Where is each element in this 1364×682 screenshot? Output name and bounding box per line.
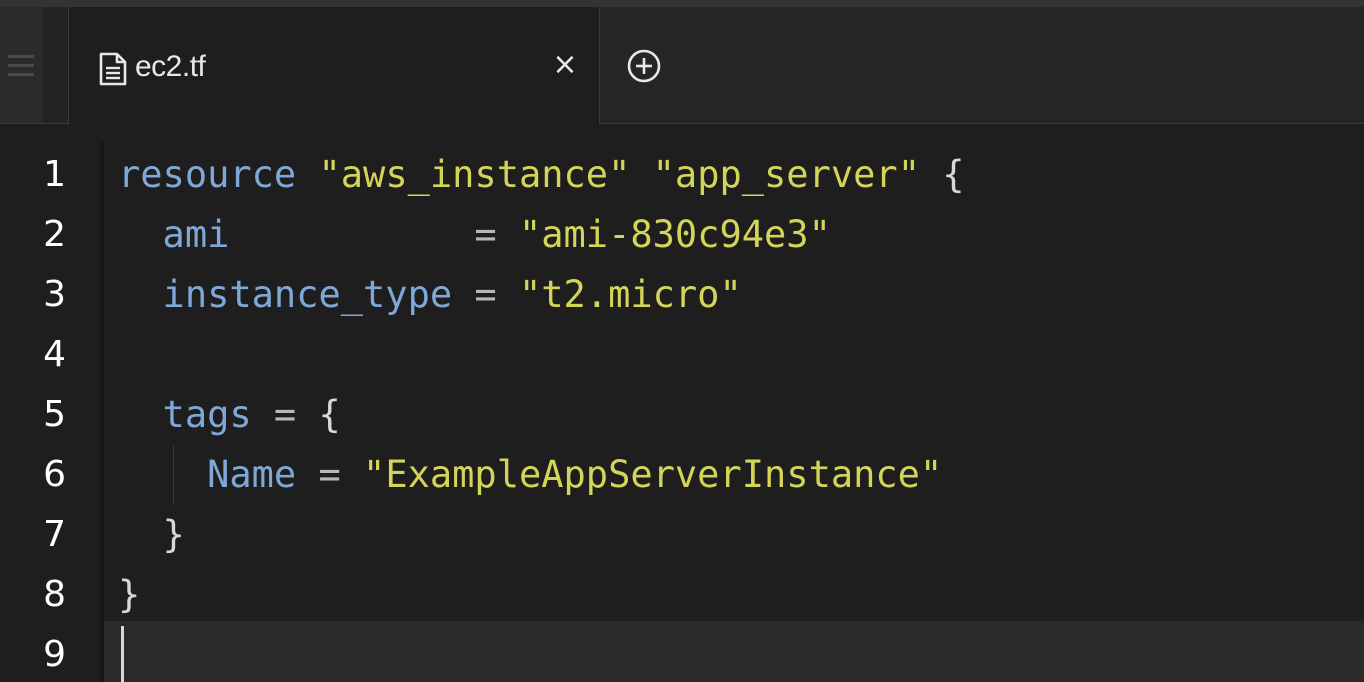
line-number: 9 — [43, 634, 66, 675]
plus-circle-icon[interactable] — [624, 46, 664, 86]
code-attribute: instance_type — [118, 273, 453, 316]
code-area[interactable]: resource "aws_instance" "app_server" { a… — [104, 124, 1364, 682]
code-string: "t2.micro" — [518, 273, 742, 316]
code-editor[interactable]: 1 2 3 4 5 6 7 8 9 resource "aws_instance… — [0, 124, 1364, 682]
code-operator: = — [296, 453, 364, 496]
code-attribute: Name — [118, 453, 297, 496]
editor-window: ec2.tf × 1 2 3 4 5 6 7 8 9 resource "aws… — [0, 0, 1364, 682]
code-operator: = — [251, 393, 319, 436]
file-text-icon — [99, 52, 127, 86]
tab-ec2-tf[interactable]: ec2.tf × — [68, 7, 600, 124]
code-keyword: resource — [118, 153, 297, 196]
line-number: 7 — [43, 514, 66, 555]
text-cursor — [121, 626, 124, 682]
menu-bar-line — [8, 73, 34, 76]
line-number: 8 — [43, 574, 66, 615]
code-brace: { — [919, 153, 965, 196]
line-number: 5 — [43, 394, 66, 435]
code-string: "ExampleAppServerInstance" — [363, 453, 943, 496]
code-line: resource "aws_instance" "app_server" { — [118, 145, 1364, 205]
code-brace: } — [118, 513, 185, 556]
menu-bar-line — [8, 64, 34, 67]
code-line: tags = { — [118, 385, 1364, 445]
menu-bar-line — [8, 55, 34, 58]
code-attribute: tags — [118, 393, 252, 436]
line-number: 3 — [43, 274, 66, 315]
code-line: ami = "ami-830c94e3" — [118, 205, 1364, 265]
line-number: 6 — [43, 454, 66, 495]
code-brace: } — [118, 573, 141, 616]
code-operator: = — [452, 273, 519, 316]
line-number: 4 — [43, 334, 66, 375]
code-line: instance_type = "t2.micro" — [118, 265, 1364, 325]
line-number: 1 — [43, 154, 66, 195]
tab-bar-gap — [42, 7, 68, 123]
code-line: Name = "ExampleAppServerInstance" — [118, 445, 1364, 505]
code-string: "app_server" — [652, 153, 920, 196]
hamburger-menu-icon[interactable] — [0, 7, 42, 123]
line-number-gutter: 1 2 3 4 5 6 7 8 9 — [0, 124, 104, 682]
code-string: "ami-830c94e3" — [518, 213, 831, 256]
tab-label: ec2.tf — [135, 50, 206, 83]
line-number: 2 — [43, 214, 66, 255]
code-string: "aws_instance" — [318, 153, 631, 196]
close-icon[interactable]: × — [545, 45, 585, 85]
window-top-edge — [0, 0, 1364, 7]
code-attribute: ami — [118, 213, 230, 256]
code-brace: { — [318, 393, 341, 436]
code-operator: = — [229, 213, 519, 256]
code-line: } — [118, 565, 1364, 625]
code-line: } — [118, 505, 1364, 565]
